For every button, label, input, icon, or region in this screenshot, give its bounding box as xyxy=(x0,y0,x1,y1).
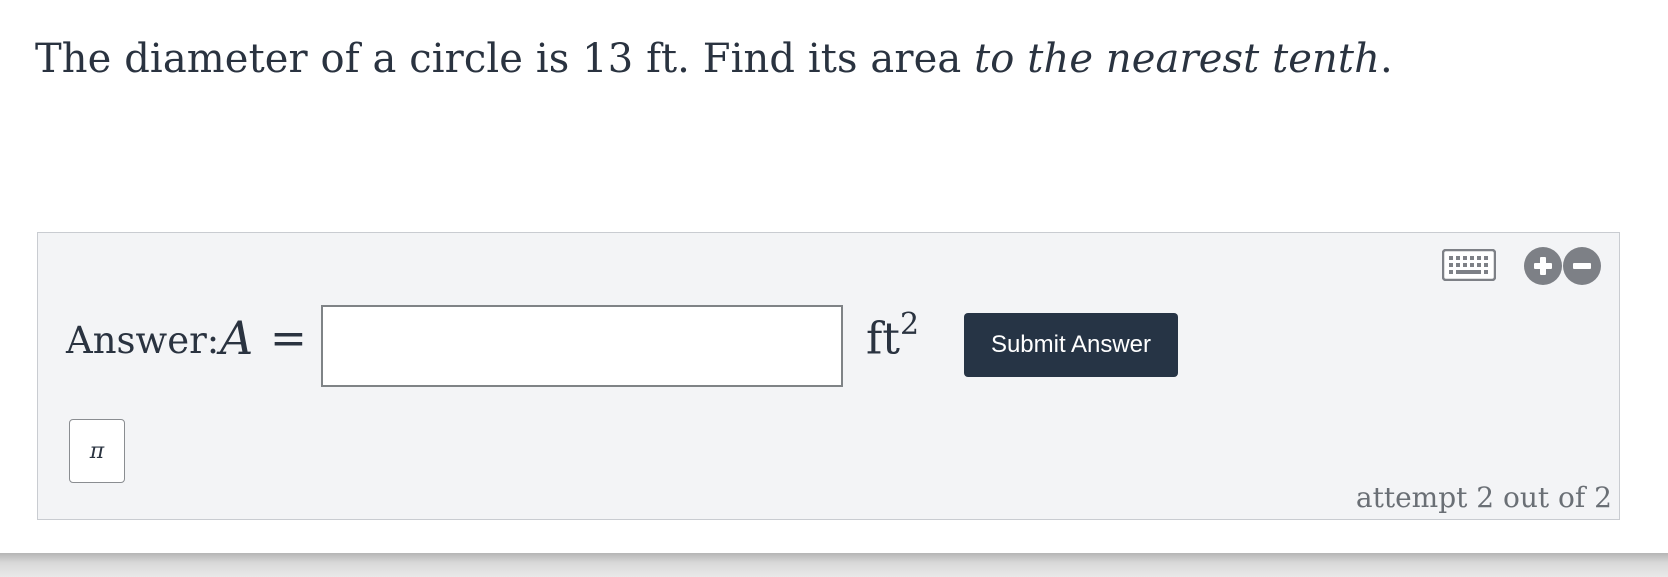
page-shadow xyxy=(0,553,1668,577)
question-end: . xyxy=(1379,36,1393,82)
submit-answer-button[interactable]: Submit Answer xyxy=(964,313,1178,377)
keyboard-icon[interactable] xyxy=(1442,249,1496,281)
answer-variable: A xyxy=(220,311,254,365)
pi-button[interactable]: π xyxy=(69,419,125,483)
plus-circle-icon[interactable] xyxy=(1523,246,1563,286)
answer-unit: ft2 xyxy=(866,307,919,365)
unit-text: ft xyxy=(866,313,900,365)
question-emphasis: to the nearest tenth xyxy=(974,36,1380,82)
answer-label: Answer: xyxy=(66,319,220,362)
answer-input[interactable] xyxy=(321,305,843,387)
attempt-counter: attempt 2 out of 2 xyxy=(1355,481,1612,514)
unit-exponent: 2 xyxy=(899,307,920,342)
equals-sign: = xyxy=(270,313,307,364)
answer-panel: Answer: A = ft2 Submit Answer π attempt … xyxy=(37,232,1620,520)
question-text: The diameter of a circle is 13 ft. Find … xyxy=(35,36,1393,82)
question-main: The diameter of a circle is 13 ft. Find … xyxy=(35,36,975,82)
minus-circle-icon[interactable] xyxy=(1562,246,1602,286)
question-card: The diameter of a circle is 13 ft. Find … xyxy=(0,0,1668,553)
